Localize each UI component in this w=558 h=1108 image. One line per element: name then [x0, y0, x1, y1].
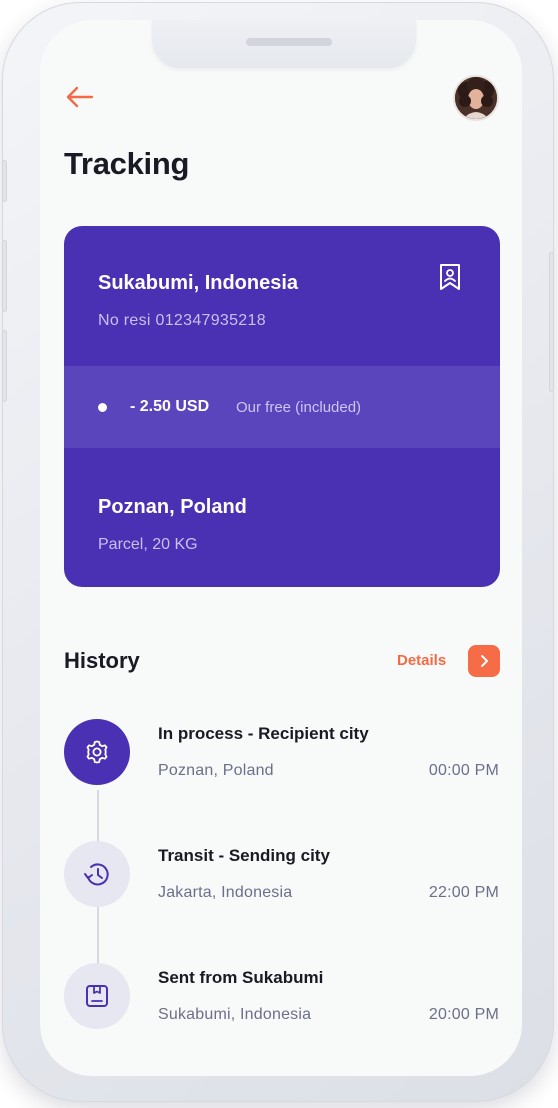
fee-note: Our free (included) — [236, 399, 362, 416]
history-title: History — [64, 648, 140, 673]
shipment-card[interactable]: Sukabumi, Indonesia No resi 012347935218… — [64, 226, 500, 587]
timeline-item-place: Jakarta, Indonesia — [158, 884, 293, 901]
timeline-item-title: In process - Recipient city — [158, 724, 369, 743]
details-link[interactable]: Details — [397, 652, 446, 669]
timeline-step — [64, 841, 130, 907]
timeline-item-place: Sukabumi, Indonesia — [158, 1006, 312, 1023]
volume-up-button — [2, 240, 7, 312]
box-icon — [86, 985, 108, 1007]
speaker-grille — [246, 38, 332, 46]
fee-amount: - 2.50 USD — [130, 398, 210, 415]
timeline-item-time: 20:00 PM — [428, 1006, 499, 1023]
origin-city: Sukabumi, Indonesia — [98, 272, 299, 294]
user-avatar — [455, 77, 497, 119]
timeline-item-place: Poznan, Poland — [158, 762, 274, 779]
history-clock-icon — [84, 863, 109, 886]
receipt-number: No resi 012347935218 — [98, 312, 266, 329]
timeline-item-title: Transit - Sending city — [158, 846, 330, 865]
phone-screen: Tracking Sukabumi, Indonesia No resi 012… — [40, 20, 522, 1076]
phone-frame: Tracking Sukabumi, Indonesia No resi 012… — [2, 2, 554, 1102]
arrow-left-icon — [66, 86, 94, 108]
volume-down-button — [2, 330, 7, 402]
timeline-item-time: 00:00 PM — [428, 762, 499, 779]
timeline-item-title: Sent from Sukabumi — [158, 968, 324, 987]
fee-dot — [98, 403, 107, 412]
details-button[interactable] — [468, 645, 500, 677]
page-title: Tracking — [64, 146, 190, 181]
avatar[interactable] — [453, 75, 499, 121]
bookmark-icon — [440, 264, 460, 290]
timeline-item-time: 22:00 PM — [428, 884, 499, 901]
timeline-step — [64, 963, 130, 1029]
back-button[interactable] — [64, 84, 96, 110]
notch — [152, 20, 416, 68]
mute-switch — [2, 160, 7, 202]
bookmark-button[interactable] — [438, 263, 462, 291]
chevron-right-icon — [481, 655, 488, 667]
timeline-step-active — [64, 719, 130, 785]
gear-icon — [86, 740, 108, 764]
parcel-info: Parcel, 20 KG — [98, 536, 198, 553]
destination-city: Poznan, Poland — [98, 496, 247, 518]
fee-band: - 2.50 USD Our free (included) — [64, 366, 500, 448]
power-button — [549, 252, 554, 392]
